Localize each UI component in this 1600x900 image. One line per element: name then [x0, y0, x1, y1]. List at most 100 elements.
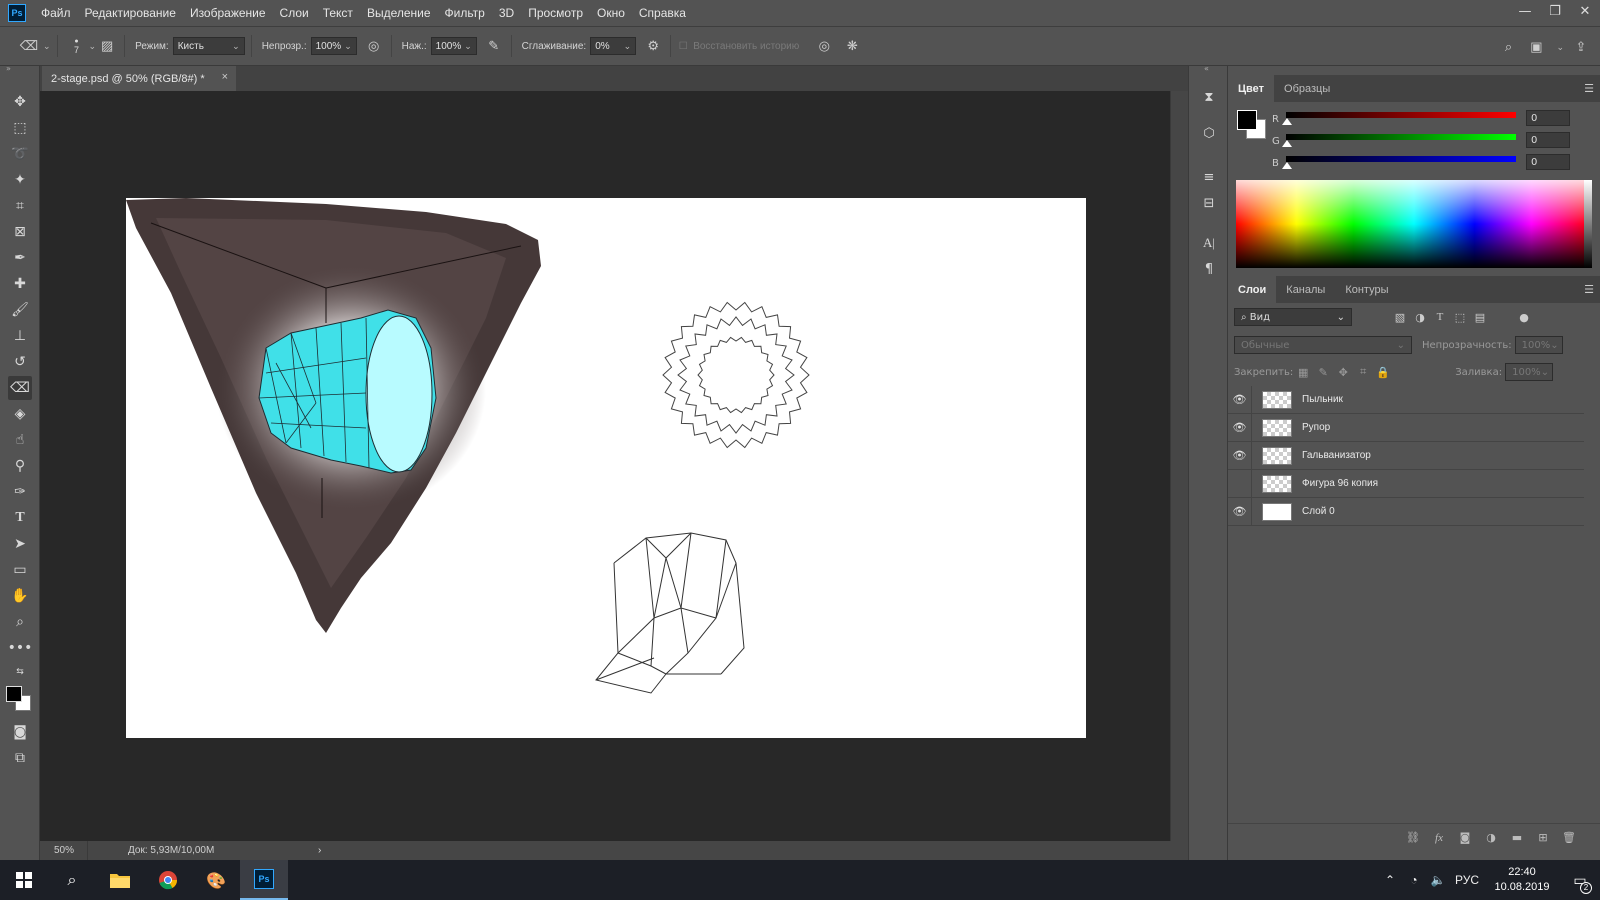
frame-tool-icon[interactable]: ⊠: [8, 220, 32, 244]
tab-layers[interactable]: Слои: [1228, 276, 1277, 303]
3d-panel-icon[interactable]: ⬡: [1198, 122, 1220, 144]
zoom-tool-icon[interactable]: ⌕: [8, 610, 32, 634]
share-icon[interactable]: ⇪: [1570, 36, 1592, 58]
menu-view[interactable]: Просмотр: [521, 0, 590, 26]
chevron-up-icon[interactable]: ⌃: [1378, 873, 1402, 887]
lock-artboard-icon[interactable]: ⌗: [1353, 362, 1373, 382]
smoothing-input[interactable]: 0% ⌄: [590, 37, 637, 55]
panel-menu-icon[interactable]: ☰: [1584, 283, 1594, 296]
lasso-tool-icon[interactable]: ➰: [8, 142, 32, 166]
vertical-scrollbar[interactable]: [1170, 91, 1188, 841]
character-panel-icon[interactable]: A|: [1198, 232, 1220, 254]
symmetry-butterfly-icon[interactable]: ❋: [841, 35, 863, 57]
lock-position-icon[interactable]: ✥: [1333, 362, 1353, 382]
paragraph-panel-icon[interactable]: ¶: [1198, 258, 1220, 280]
lock-all-icon[interactable]: 🔒: [1373, 362, 1393, 382]
blue-value-input[interactable]: 0: [1526, 154, 1570, 170]
red-thumb[interactable]: [1282, 118, 1292, 125]
brush-preset-dropdown-icon[interactable]: ⌄: [89, 41, 97, 52]
eyedropper-tool-icon[interactable]: ✒: [8, 246, 32, 270]
notifications-button[interactable]: ▭ 2: [1560, 872, 1600, 894]
close-button[interactable]: ✕: [1570, 0, 1600, 22]
dodge-tool-icon[interactable]: ⚲: [8, 454, 32, 478]
restore-button[interactable]: ❐: [1540, 0, 1570, 22]
tab-channels[interactable]: Каналы: [1276, 276, 1335, 303]
layer-row[interactable]: 👁 Гальванизатор: [1228, 441, 1584, 470]
blend-mode-select[interactable]: Обычные ⌄: [1234, 336, 1412, 354]
menu-file[interactable]: Файл: [34, 0, 78, 26]
paint-app-button[interactable]: 🎨: [192, 860, 240, 900]
brush-tool-icon[interactable]: 🖌: [8, 298, 32, 322]
document-workspace[interactable]: [40, 91, 1170, 841]
zoom-level[interactable]: 50%: [40, 841, 88, 860]
clock[interactable]: 22:40 10.08.2019: [1484, 865, 1560, 895]
wifi-icon[interactable]: ◔: [1402, 873, 1426, 887]
close-tab-icon[interactable]: ×: [222, 71, 228, 83]
marquee-tool-icon[interactable]: ⬚: [8, 116, 32, 140]
photoshop-taskbar-button[interactable]: Ps: [240, 860, 288, 900]
rectangle-tool-icon[interactable]: ▭: [8, 558, 32, 582]
filter-type-icon[interactable]: T: [1430, 307, 1450, 327]
collapse-toolbar-icon[interactable]: »: [6, 64, 11, 73]
opacity-input[interactable]: 100% ⌄: [310, 37, 357, 55]
menu-image[interactable]: Изображение: [183, 0, 273, 26]
eraser-tool-icon[interactable]: ⌫: [18, 35, 40, 57]
fill-input[interactable]: 100% ⌄: [1505, 363, 1554, 381]
tool-preset-dropdown-icon[interactable]: ⌄: [43, 41, 51, 52]
layer-row[interactable]: 👁 Пыльник: [1228, 385, 1584, 414]
filter-smart-object-icon[interactable]: ▤: [1470, 307, 1490, 327]
tab-paths[interactable]: Контуры: [1335, 276, 1398, 303]
layer-filter-select[interactable]: ⌕ Вид ⌄: [1234, 308, 1352, 326]
type-tool-icon[interactable]: T: [8, 506, 32, 530]
filter-shape-icon[interactable]: ⬚: [1450, 307, 1470, 327]
hand-tool-icon[interactable]: ✋: [8, 584, 32, 608]
chrome-button[interactable]: [144, 860, 192, 900]
foreground-color-swatch[interactable]: [1237, 110, 1257, 130]
quick-mask-icon[interactable]: ◙: [8, 720, 32, 744]
trash-icon[interactable]: 🗑: [1556, 831, 1582, 844]
path-selection-tool-icon[interactable]: ➤: [8, 532, 32, 556]
volume-icon[interactable]: 🔈: [1426, 873, 1450, 887]
minimize-button[interactable]: —: [1510, 0, 1540, 22]
menu-help[interactable]: Справка: [632, 0, 693, 26]
gear-icon[interactable]: ⚙: [642, 35, 664, 57]
grayscale-ramp[interactable]: [1584, 180, 1592, 268]
move-tool-icon[interactable]: ✥: [8, 90, 32, 114]
red-track[interactable]: [1286, 112, 1516, 118]
brush-preset-picker[interactable]: ● 7: [68, 38, 86, 55]
eye-hidden-icon[interactable]: 👁: [1228, 469, 1252, 498]
folder-icon[interactable]: ▬: [1504, 831, 1530, 844]
blue-track[interactable]: [1286, 156, 1516, 162]
workspace-dropdown-icon[interactable]: ⌄: [1556, 36, 1564, 58]
eye-icon[interactable]: 👁: [1228, 413, 1252, 442]
pressure-size-icon[interactable]: ◎: [813, 35, 835, 57]
menu-select[interactable]: Выделение: [360, 0, 438, 26]
language-indicator[interactable]: РУС: [1450, 873, 1484, 887]
red-slider[interactable]: R 0: [1272, 110, 1592, 132]
clone-stamp-tool-icon[interactable]: ⊥: [8, 324, 32, 348]
green-thumb[interactable]: [1282, 140, 1292, 147]
menu-window[interactable]: Окно: [590, 0, 632, 26]
blue-slider[interactable]: B 0: [1272, 154, 1592, 176]
menu-filter[interactable]: Фильтр: [438, 0, 492, 26]
red-value-input[interactable]: 0: [1526, 110, 1570, 126]
layer-row[interactable]: 👁 Фигура 96 копия: [1228, 469, 1584, 498]
lock-transparent-icon[interactable]: ▦: [1293, 362, 1313, 382]
screen-mode-icon[interactable]: ⧉: [8, 746, 32, 770]
airbrush-icon[interactable]: ✎: [483, 35, 505, 57]
tab-swatches[interactable]: Образцы: [1274, 75, 1340, 102]
collapse-panels-icon[interactable]: «: [1204, 64, 1209, 73]
paint-bucket-tool-icon[interactable]: ◈: [8, 402, 32, 426]
eye-icon[interactable]: 👁: [1228, 385, 1252, 414]
link-icon[interactable]: ⛓: [1400, 831, 1426, 844]
healing-brush-tool-icon[interactable]: ✚: [8, 272, 32, 296]
filter-toggle-icon[interactable]: ●: [1514, 307, 1534, 327]
workspace-icon[interactable]: ▣: [1525, 36, 1547, 58]
start-button[interactable]: [0, 860, 48, 900]
panel-menu-icon[interactable]: ☰: [1584, 82, 1594, 95]
document-tab[interactable]: 2-stage.psd @ 50% (RGB/8#) * ×: [42, 66, 236, 91]
fx-icon[interactable]: fx: [1426, 832, 1452, 844]
swap-colors-icon[interactable]: ⇆: [8, 660, 32, 684]
green-track[interactable]: [1286, 134, 1516, 140]
properties-panel-icon[interactable]: ⊟: [1198, 192, 1220, 214]
